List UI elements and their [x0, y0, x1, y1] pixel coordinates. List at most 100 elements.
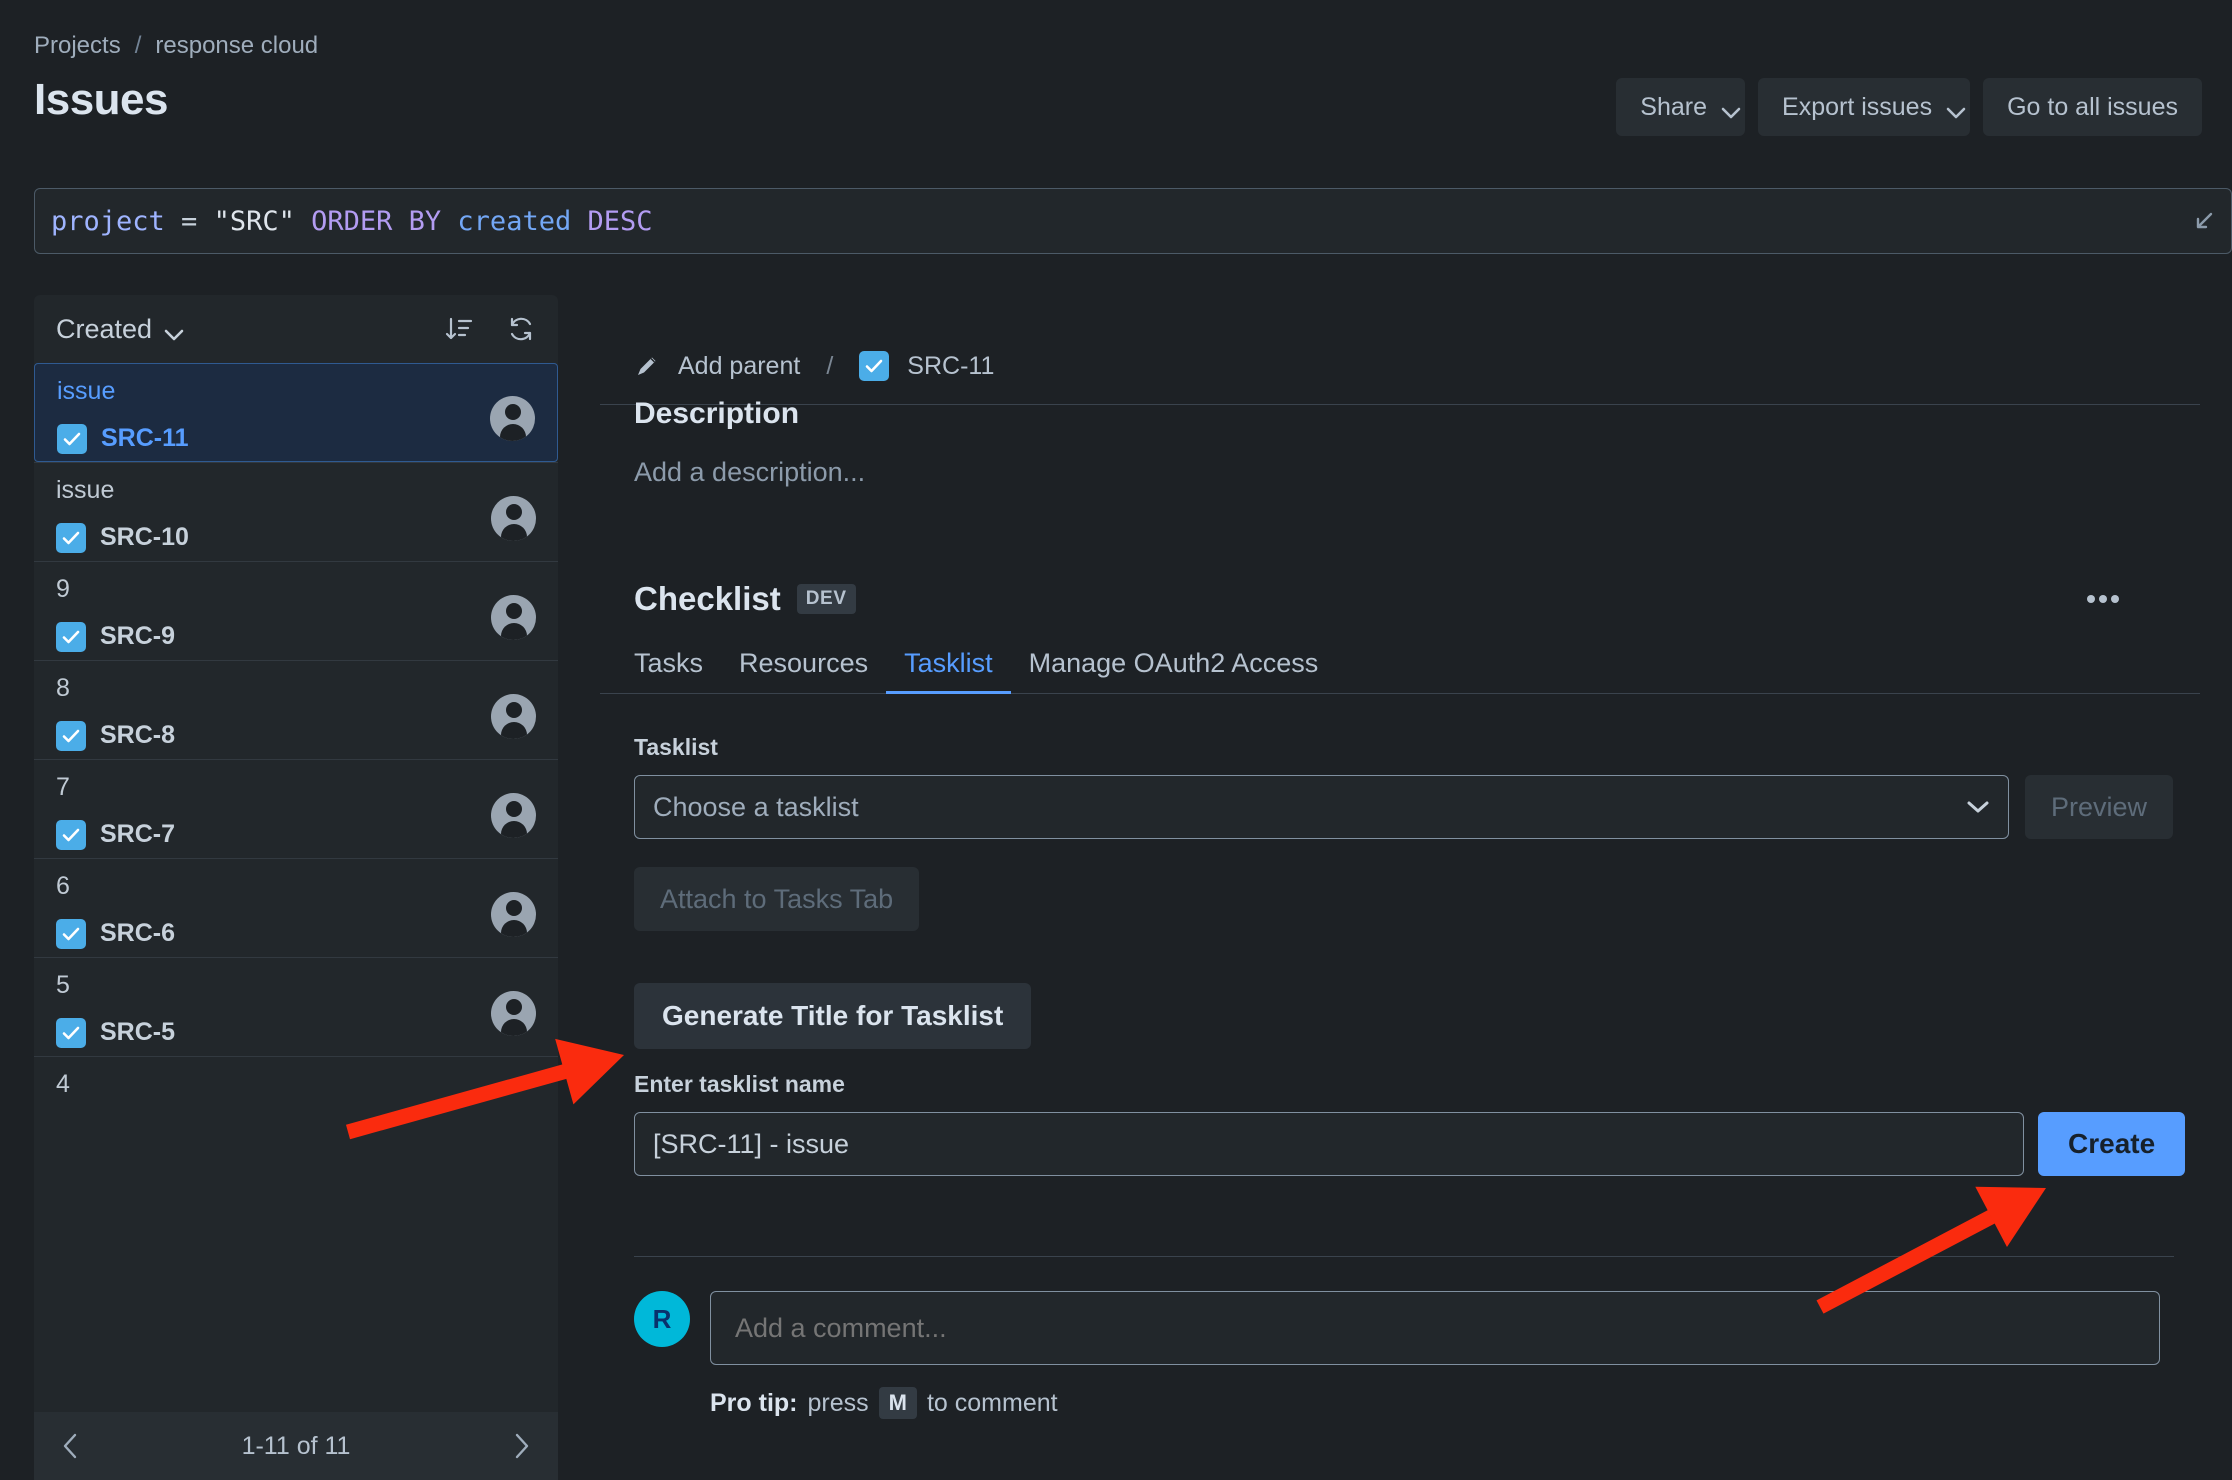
list-item-key-row: SRC-7: [56, 819, 536, 850]
create-button[interactable]: Create: [2038, 1112, 2186, 1176]
list-item-key: SRC-9: [100, 622, 176, 650]
list-item-summary: issue: [57, 377, 116, 405]
task-type-icon: [56, 720, 86, 751]
description-placeholder[interactable]: Add a description...: [600, 457, 2200, 488]
tasklist-field-label: Tasklist: [634, 734, 718, 760]
task-type-icon: [56, 1017, 86, 1048]
header-actions: Share Export issues Go to all issues: [1616, 78, 2202, 136]
task-type-icon: [56, 918, 86, 949]
tasklist-select[interactable]: Choose a tasklist: [634, 775, 2009, 839]
list-item-key: SRC-8: [100, 721, 176, 749]
assignee-avatar[interactable]: [490, 396, 535, 441]
assignee-avatar[interactable]: [491, 892, 536, 937]
issue-list-pagination: 1-11 of 11: [34, 1412, 558, 1480]
list-item-summary: 5: [56, 971, 70, 999]
list-item-key-row: SRC-9: [56, 621, 536, 652]
list-item[interactable]: 8 SRC-8: [34, 660, 558, 759]
chevron-down-icon: [1966, 800, 1990, 814]
list-item-key-row: SRC-11: [57, 423, 535, 454]
list-item-summary: 6: [56, 872, 70, 900]
assignee-avatar[interactable]: [491, 595, 536, 640]
tab-tasklist[interactable]: Tasklist: [886, 648, 1011, 694]
tab-manage-oauth2-access[interactable]: Manage OAuth2 Access: [1011, 648, 1337, 694]
jql-query-bar[interactable]: project = "SRC" ORDER BY created DESC: [34, 188, 2232, 254]
page-title: Issues: [34, 75, 168, 124]
list-item-key-row: SRC-5: [56, 1017, 536, 1048]
list-item-summary: issue: [56, 476, 115, 504]
collapse-arrow-icon[interactable]: [2191, 208, 2217, 234]
pro-tip: Pro tip: press M to comment: [600, 1387, 2200, 1419]
add-parent-button[interactable]: Add parent: [678, 352, 800, 381]
list-item-key: SRC-10: [100, 523, 189, 551]
list-item-key-row: SRC-6: [56, 918, 536, 949]
chevron-left-icon[interactable]: [58, 1431, 84, 1461]
jql-token-project: project: [51, 205, 165, 237]
list-item[interactable]: 9 SRC-9: [34, 561, 558, 660]
parent-separator: /: [826, 351, 834, 380]
list-item[interactable]: issue SRC-10: [34, 462, 558, 561]
assignee-avatar[interactable]: [491, 991, 536, 1036]
list-item-key: SRC-7: [100, 820, 176, 848]
list-item-summary: 8: [56, 674, 70, 702]
list-item-key: SRC-6: [100, 919, 176, 947]
list-item-key-row: SRC-10: [56, 522, 536, 553]
tab-resources[interactable]: Resources: [721, 648, 886, 694]
task-type-icon: [57, 423, 87, 454]
checklist-tabs: Tasks Resources Tasklist Manage OAuth2 Acce…: [600, 648, 2200, 694]
share-button[interactable]: Share: [1616, 78, 1746, 136]
sort-descending-icon[interactable]: [444, 314, 474, 344]
list-item-summary: 9: [56, 575, 70, 603]
task-type-icon: [56, 522, 86, 553]
list-item[interactable]: 6 SRC-6: [34, 858, 558, 957]
issue-list-sidebar: Created issue SRC-11 issue SRC-10 9 SRC-…: [34, 295, 558, 1480]
parent-breadcrumb-row: Add parent / SRC-11: [600, 340, 2200, 392]
export-issues-button[interactable]: Export issues: [1758, 78, 1971, 136]
jql-token-desc: DESC: [571, 205, 653, 237]
status-badge: DEV: [796, 584, 856, 614]
issues-page: Projects / response cloud Issues Share E…: [0, 0, 2232, 1480]
list-item[interactable]: 7 SRC-7: [34, 759, 558, 858]
list-item[interactable]: 4: [34, 1056, 558, 1155]
preview-button[interactable]: Preview: [2025, 775, 2174, 839]
refresh-icon[interactable]: [506, 314, 536, 344]
jql-token-value: "SRC": [213, 205, 295, 237]
attach-to-tasks-tab-button[interactable]: Attach to Tasks Tab: [634, 867, 920, 931]
list-item-key: SRC-5: [100, 1018, 176, 1046]
tasklist-select-row: Choose a tasklist Preview: [600, 775, 2200, 839]
tab-tasks[interactable]: Tasks: [634, 648, 721, 694]
tasklist-name-input[interactable]: [634, 1112, 2024, 1176]
pencil-icon: [634, 353, 660, 379]
avatar[interactable]: R: [634, 1291, 690, 1347]
list-item[interactable]: 5 SRC-5: [34, 957, 558, 1056]
assignee-avatar[interactable]: [491, 694, 536, 739]
breadcrumb-projects-link[interactable]: Projects: [34, 32, 121, 60]
description-heading: Description: [634, 397, 800, 430]
chevron-right-icon[interactable]: [508, 1431, 534, 1461]
tasklist-name-label: Enter tasklist name: [634, 1071, 845, 1097]
generate-title-for-tasklist-button[interactable]: Generate Title for Tasklist: [634, 983, 1032, 1049]
task-type-icon: [56, 819, 86, 850]
comment-input[interactable]: [710, 1291, 2160, 1365]
go-to-all-issues-button[interactable]: Go to all issues: [1983, 78, 2202, 136]
task-type-icon: [859, 351, 890, 381]
pagination-label: 1-11 of 11: [241, 1431, 351, 1460]
share-button-label: Share: [1640, 92, 1708, 121]
breadcrumb: Projects / response cloud: [34, 32, 318, 60]
jql-token-operator: =: [164, 205, 214, 237]
checklist-heading: Checklist: [634, 580, 781, 617]
more-horizontal-icon[interactable]: [2086, 594, 2120, 604]
sort-dropdown-label: Created: [56, 313, 153, 344]
issue-detail-panel: Add parent / SRC-11 Description Add a de…: [600, 340, 2200, 1480]
issue-key-link[interactable]: SRC-11: [907, 352, 994, 381]
pro-tip-suffix: to comment: [926, 1388, 1058, 1417]
issue-list-header: Created: [34, 295, 558, 363]
assignee-avatar[interactable]: [491, 793, 536, 838]
list-item[interactable]: issue SRC-11: [34, 363, 558, 462]
list-item-summary: 4: [56, 1070, 70, 1098]
list-item-key: SRC-11: [101, 424, 189, 452]
pro-tip-key: M: [878, 1387, 917, 1419]
sort-dropdown[interactable]: Created: [56, 313, 184, 345]
breadcrumb-project-link[interactable]: response cloud: [155, 32, 318, 60]
comment-divider: [634, 1256, 2174, 1257]
assignee-avatar[interactable]: [491, 496, 536, 541]
